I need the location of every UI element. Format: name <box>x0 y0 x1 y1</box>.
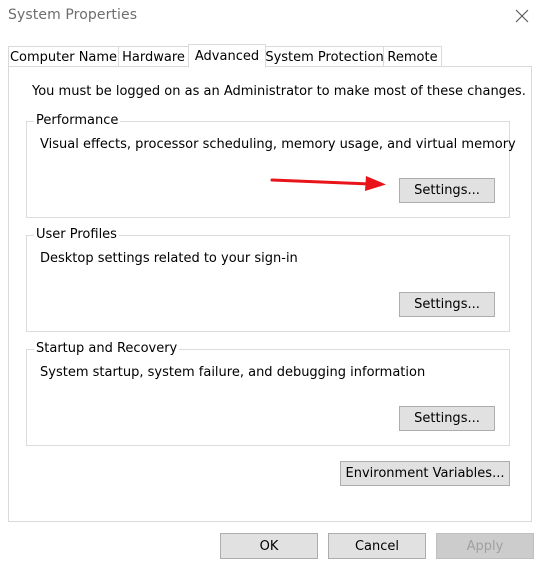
user-profiles-settings-button[interactable]: Settings... <box>399 292 495 317</box>
performance-group: Performance Visual effects, processor sc… <box>26 113 516 218</box>
user-profiles-group: User Profiles Desktop settings related t… <box>26 227 510 332</box>
close-button[interactable] <box>506 0 538 32</box>
tab-computer-name[interactable]: Computer Name <box>8 46 119 67</box>
startup-recovery-settings-button[interactable]: Settings... <box>399 406 495 431</box>
system-properties-window: System Properties Computer Name Hardware… <box>0 0 541 566</box>
user-profiles-label: User Profiles <box>34 227 119 242</box>
window-title: System Properties <box>8 7 138 23</box>
performance-settings-button[interactable]: Settings... <box>399 178 495 203</box>
advanced-tab-panel: You must be logged on as an Administrato… <box>8 66 532 522</box>
tab-remote[interactable]: Remote <box>383 46 442 67</box>
user-profiles-description: Desktop settings related to your sign-in <box>40 251 298 266</box>
performance-label: Performance <box>34 113 121 128</box>
admin-note: You must be logged on as an Administrato… <box>32 84 526 99</box>
performance-description: Visual effects, processor scheduling, me… <box>40 137 516 152</box>
ok-button[interactable]: OK <box>220 533 318 559</box>
startup-recovery-label: Startup and Recovery <box>34 341 180 356</box>
close-icon <box>515 9 529 23</box>
tab-advanced[interactable]: Advanced <box>188 44 266 68</box>
startup-recovery-description: System startup, system failure, and debu… <box>40 365 426 380</box>
tab-system-protection[interactable]: System Protection <box>265 46 384 67</box>
environment-variables-button[interactable]: Environment Variables... <box>340 461 510 486</box>
apply-button[interactable]: Apply <box>436 533 534 559</box>
cancel-button[interactable]: Cancel <box>328 533 426 559</box>
tab-hardware[interactable]: Hardware <box>118 46 189 67</box>
startup-recovery-group: Startup and Recovery System startup, sys… <box>26 341 510 446</box>
